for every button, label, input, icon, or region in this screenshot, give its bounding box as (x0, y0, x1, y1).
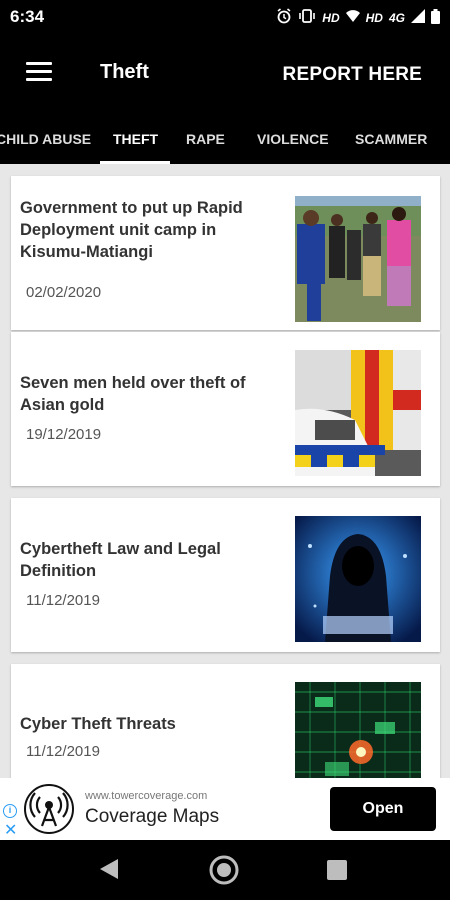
tab-violence[interactable]: VIOLENCE (257, 131, 329, 147)
ad-banner[interactable]: i ✕ www.towercoverage.com Coverage Maps … (0, 778, 450, 840)
tab-rape[interactable]: RAPE (186, 131, 225, 147)
category-tabs: CHILD ABUSE THEFT RAPE VIOLENCE SCAMMER (0, 114, 450, 164)
vibrate-icon (298, 8, 316, 27)
tab-child-abuse[interactable]: CHILD ABUSE (0, 131, 91, 147)
article-card[interactable]: Cybertheft Law and Legal Definition 11/1… (11, 498, 440, 652)
hd-data-label: HD (365, 10, 383, 25)
ad-close-icon[interactable]: ✕ (4, 820, 17, 840)
ad-title: Coverage Maps (85, 806, 220, 827)
tab-scammer[interactable]: SCAMMER (355, 131, 427, 147)
article-date: 02/02/2020 (26, 284, 102, 301)
ad-open-button[interactable]: Open (330, 787, 436, 831)
tab-theft[interactable]: THEFT (113, 131, 158, 147)
article-date: 11/12/2019 (26, 743, 100, 760)
report-here-button[interactable]: REPORT HERE (283, 64, 422, 86)
status-bar: 6:34 HD HD 4G (0, 0, 450, 34)
article-card[interactable]: Government to put up Rapid Deployment un… (11, 176, 440, 330)
signal-icon (411, 9, 425, 26)
article-title: Government to put up Rapid Deployment un… (20, 199, 243, 261)
alarm-icon (276, 8, 292, 27)
recent-apps-icon[interactable] (327, 860, 347, 880)
page-title: Theft (100, 61, 149, 83)
article-card[interactable]: Cyber Theft Threats 11/12/2019 (11, 664, 440, 778)
article-card[interactable]: Seven men held over theft of Asian gold … (11, 332, 440, 486)
hd-voice-label: HD (322, 10, 340, 25)
system-nav-bar (0, 840, 450, 900)
article-thumbnail (295, 682, 421, 778)
status-icons: HD HD 4G (276, 8, 440, 27)
battery-icon (431, 8, 440, 27)
back-icon[interactable] (98, 857, 120, 886)
article-thumbnail (295, 196, 421, 322)
hamburger-menu-icon[interactable] (26, 62, 52, 82)
app-bar: Theft REPORT HERE (0, 34, 450, 114)
article-thumbnail (295, 350, 421, 476)
article-date: 19/12/2019 (26, 426, 102, 443)
ad-info-icon[interactable]: i (3, 804, 17, 818)
article-thumbnail (295, 516, 421, 642)
home-icon[interactable] (208, 854, 240, 891)
article-date: 11/12/2019 (26, 592, 100, 609)
status-time: 6:34 (10, 7, 45, 26)
article-title: Cyber Theft Threats (20, 715, 176, 733)
article-title: Cybertheft Law and Legal Definition (20, 540, 221, 580)
network-type-label: 4G (388, 10, 405, 25)
article-list[interactable]: Government to put up Rapid Deployment un… (0, 164, 450, 778)
wifi-icon (345, 9, 360, 26)
article-title: Seven men held over theft of Asian gold (20, 374, 246, 414)
coverage-maps-logo (24, 784, 74, 834)
ad-url: www.towercoverage.com (85, 790, 208, 802)
